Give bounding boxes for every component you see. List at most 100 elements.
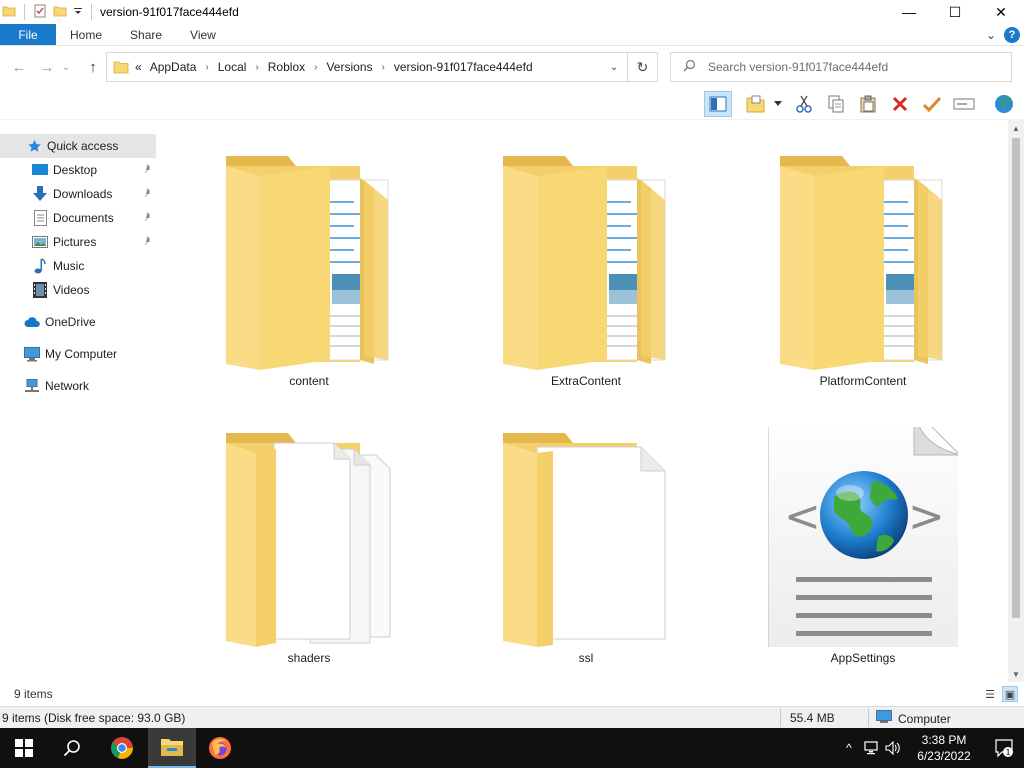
- view-switcher: ☰ ▣: [982, 686, 1018, 702]
- close-button[interactable]: ✕: [978, 0, 1024, 24]
- refresh-button[interactable]: ↻: [627, 53, 657, 81]
- breadcrumb-appdata[interactable]: AppData: [150, 60, 197, 74]
- sidebar-item-network[interactable]: Network: [0, 374, 156, 398]
- search-input[interactable]: Search version-91f017face444efd: [670, 52, 1012, 82]
- tab-file[interactable]: File: [0, 24, 56, 45]
- chevron-down-icon[interactable]: ⌄: [601, 62, 627, 73]
- cut-icon[interactable]: [790, 91, 818, 117]
- search-button[interactable]: [48, 728, 96, 768]
- folder-item[interactable]: ssl: [491, 427, 681, 697]
- properties-icon[interactable]: [742, 91, 770, 117]
- pin-icon[interactable]: [142, 187, 152, 201]
- sidebar-item-quick-access[interactable]: Quick access: [0, 134, 156, 158]
- folder-item[interactable]: content: [214, 150, 404, 420]
- minimize-button[interactable]: —: [886, 0, 932, 24]
- notification-center-button[interactable]: 1: [984, 728, 1024, 768]
- folder-icon: [113, 60, 129, 74]
- documents-icon: [32, 210, 48, 226]
- expand-ribbon-icon[interactable]: ⌄: [986, 28, 996, 42]
- scroll-up-icon[interactable]: ▲: [1008, 120, 1024, 136]
- status-divider: [780, 709, 781, 727]
- chrome-taskbar-button[interactable]: [98, 728, 146, 768]
- breadcrumb-roblox[interactable]: Roblox: [268, 60, 305, 74]
- title-bar: version-91f017face444efd — ☐ ✕: [0, 0, 1024, 24]
- item-count: 9 items: [14, 687, 53, 701]
- status-divider: [868, 709, 869, 727]
- clock[interactable]: 3:38 PM 6/23/2022: [904, 732, 984, 764]
- command-toolbar: [0, 88, 1024, 120]
- chevron-right-icon[interactable]: ›: [314, 62, 317, 73]
- search-icon: [683, 59, 696, 75]
- breadcrumb-local[interactable]: Local: [218, 60, 247, 74]
- customize-dropdown-icon[interactable]: [73, 4, 83, 21]
- firefox-taskbar-button[interactable]: [196, 728, 244, 768]
- folder-item[interactable]: shaders: [214, 427, 404, 697]
- up-button[interactable]: ↑: [80, 54, 106, 80]
- star-icon: [26, 138, 42, 154]
- scroll-down-icon[interactable]: ▼: [1008, 666, 1024, 682]
- new-folder-icon[interactable]: [53, 4, 67, 21]
- breadcrumb-current[interactable]: version-91f017face444efd: [394, 60, 533, 74]
- volume-icon[interactable]: [882, 728, 904, 768]
- copy-icon[interactable]: [822, 91, 850, 117]
- ribbon-right-controls: ⌄ ?: [986, 24, 1020, 46]
- svg-text:>: >: [908, 491, 945, 542]
- sidebar-item-desktop[interactable]: Desktop: [0, 158, 156, 182]
- delete-icon[interactable]: [886, 91, 914, 117]
- tab-view[interactable]: View: [176, 24, 230, 45]
- start-button[interactable]: [0, 728, 48, 768]
- folder-item[interactable]: PlatformContent: [768, 150, 958, 420]
- network-icon[interactable]: [860, 728, 882, 768]
- folder-icon[interactable]: [2, 4, 16, 21]
- computer-icon: [24, 346, 40, 362]
- pin-icon[interactable]: [142, 211, 152, 225]
- checkmark-icon[interactable]: [918, 91, 946, 117]
- sidebar-item-onedrive[interactable]: OneDrive: [0, 310, 156, 334]
- large-icons-view-icon[interactable]: ▣: [1002, 686, 1018, 702]
- navigation-pane: Quick access Desktop Downloads Documents: [0, 120, 158, 680]
- preview-pane-icon[interactable]: [704, 91, 732, 117]
- sidebar-item-music[interactable]: Music: [0, 254, 156, 278]
- scrollbar-thumb[interactable]: [1012, 138, 1020, 618]
- details-view-icon[interactable]: ☰: [982, 686, 998, 702]
- sidebar-item-downloads[interactable]: Downloads: [0, 182, 156, 206]
- file-explorer-icon: [161, 739, 183, 756]
- file-explorer-taskbar-button[interactable]: [148, 728, 196, 768]
- address-bar[interactable]: « AppData › Local › Roblox › Versions › …: [106, 52, 658, 82]
- tray-expand-icon[interactable]: ^: [838, 728, 860, 768]
- sidebar-item-pictures[interactable]: Pictures: [0, 230, 156, 254]
- cloud-icon: [24, 314, 40, 330]
- folder-icon: [491, 427, 681, 647]
- breadcrumb-overflow[interactable]: «: [135, 60, 142, 74]
- desktop-icon: [32, 162, 48, 178]
- folder-item[interactable]: ExtraContent: [491, 150, 681, 420]
- chevron-right-icon[interactable]: ›: [382, 62, 385, 73]
- tab-share[interactable]: Share: [116, 24, 176, 45]
- tab-home[interactable]: Home: [56, 24, 116, 45]
- chevron-down-icon[interactable]: [768, 91, 788, 117]
- forward-button[interactable]: →: [34, 54, 60, 80]
- globe-icon[interactable]: [990, 91, 1018, 117]
- pin-icon[interactable]: [142, 235, 152, 249]
- sidebar-item-label: Music: [53, 259, 85, 273]
- status-bar: 9 items (Disk free space: 93.0 GB) 55.4 …: [0, 706, 1024, 728]
- breadcrumb-versions[interactable]: Versions: [326, 60, 372, 74]
- sidebar-item-videos[interactable]: Videos: [0, 278, 156, 302]
- sidebar-item-my-computer[interactable]: My Computer: [0, 342, 156, 366]
- maximize-button[interactable]: ☐: [932, 0, 978, 24]
- chevron-right-icon[interactable]: ›: [205, 62, 208, 73]
- recent-locations-button[interactable]: ⌄: [58, 54, 74, 80]
- vertical-scrollbar[interactable]: ▲ ▼: [1008, 120, 1024, 682]
- paste-icon[interactable]: [854, 91, 882, 117]
- sidebar-item-label: Pictures: [53, 235, 97, 249]
- chevron-right-icon[interactable]: ›: [255, 62, 258, 73]
- back-button[interactable]: ←: [6, 54, 32, 80]
- folder-icon: [768, 150, 958, 370]
- toolbar-divider: [24, 4, 25, 20]
- rename-icon[interactable]: [950, 91, 978, 117]
- pin-icon[interactable]: [142, 163, 152, 177]
- sidebar-item-documents[interactable]: Documents: [0, 206, 156, 230]
- properties-icon[interactable]: [33, 4, 47, 21]
- file-item[interactable]: < > AppSettings: [767, 408, 961, 697]
- help-icon[interactable]: ?: [1004, 27, 1020, 43]
